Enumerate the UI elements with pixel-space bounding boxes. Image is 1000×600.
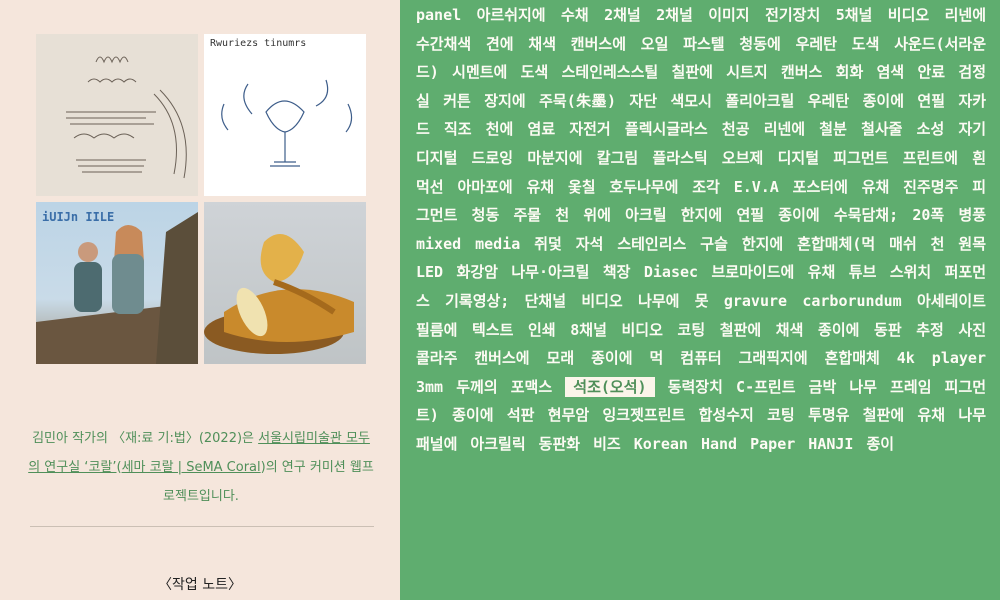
thumbnail-2[interactable]: Rwuriezs tinumrs bbox=[204, 34, 366, 196]
material-tag[interactable]: 플라스틱 오브제 bbox=[652, 149, 763, 167]
golden-object-image bbox=[204, 234, 354, 354]
people-photo-image bbox=[36, 212, 198, 364]
material-tag[interactable]: 나무에 못 bbox=[638, 292, 709, 310]
material-tag[interactable]: 플렉시글라스 천공 bbox=[625, 120, 750, 138]
material-tag[interactable]: 자석 bbox=[576, 235, 604, 253]
material-tag[interactable]: 2채널 2채널 이미지 bbox=[604, 6, 750, 24]
material-tag[interactable]: Korean Hand Paper HANJI bbox=[634, 435, 854, 453]
material-tag[interactable]: 장지에 주묵(朱墨) bbox=[484, 92, 616, 110]
material-tag[interactable]: 마분지에 칼그림 bbox=[527, 149, 638, 167]
material-tag[interactable]: 색모시 bbox=[670, 92, 711, 110]
material-tag[interactable]: 진주명주 bbox=[903, 178, 958, 196]
material-tag[interactable]: 폴리아크릴 우레탄 bbox=[725, 92, 849, 110]
project-description: 김민아 작가의 〈재:료 기:법〉(2022)은 서울시립미술관 모두의 연구실… bbox=[28, 424, 374, 511]
material-tag[interactable]: 화강암 bbox=[457, 263, 498, 281]
material-tag[interactable]: 자단 bbox=[629, 92, 657, 110]
material-tag[interactable]: 아르쉬지에 수채 bbox=[477, 6, 589, 24]
thumbnail-4[interactable] bbox=[204, 202, 366, 364]
material-tag[interactable]: Diasec bbox=[644, 263, 698, 281]
material-tag[interactable]: 철판에 유채 bbox=[863, 406, 945, 424]
material-tag[interactable]: 나무·아크릴 책장 bbox=[511, 263, 630, 281]
material-tag[interactable]: 현무암 bbox=[548, 406, 589, 424]
material-tag[interactable]: 종이에 연필 bbox=[863, 92, 945, 110]
material-tag[interactable]: 자전거 bbox=[569, 120, 610, 138]
material-tag[interactable]: gravure carborundum bbox=[724, 292, 902, 310]
material-tag[interactable]: 캔버스 회화 bbox=[781, 63, 863, 81]
material-tag[interactable]: 청동 주물 bbox=[472, 206, 541, 224]
material-tag[interactable]: 전기장치 bbox=[765, 6, 820, 24]
material-tag[interactable]: LED bbox=[416, 263, 443, 281]
material-tag[interactable]: 잉크젯프린트 bbox=[603, 406, 686, 424]
material-tag[interactable]: 캔버스에 모래 bbox=[474, 349, 574, 367]
material-tag[interactable]: mixed media bbox=[416, 235, 520, 253]
material-tag[interactable]: 동력장치 bbox=[668, 378, 723, 396]
material-tag[interactable]: 소성 자기 bbox=[917, 120, 986, 138]
material-tag[interactable]: 3mm 두께의 포맥스 bbox=[416, 378, 552, 396]
material-tag[interactable]: 철판에 채색 bbox=[720, 321, 804, 339]
material-tag[interactable]: 종이에 수묵담채; 20폭 병풍 bbox=[778, 206, 986, 224]
material-tag[interactable]: 종이에 먹 bbox=[591, 349, 663, 367]
material-tag[interactable]: panel bbox=[416, 6, 461, 24]
material-tag[interactable]: 아마포에 유채 bbox=[457, 178, 554, 196]
material-tag[interactable]: 디지털 드로잉 bbox=[416, 149, 513, 167]
materials-panel: panel 아르쉬지에 수채 2채널 2채널 이미지 전기장치 5채널 비디오 … bbox=[400, 0, 1000, 600]
left-panel: Rwuriezs tinumrs iUIJn IILE 김민아 작가의 〈재:료… bbox=[0, 0, 400, 600]
sema-coral-english-link[interactable]: 세마 코랄 | SeMA Coral bbox=[122, 460, 261, 475]
material-tag[interactable]: C-프린트 bbox=[736, 378, 795, 396]
divider bbox=[30, 526, 374, 527]
description-text: 김민아 작가의 〈재:료 기:법〉(2022)은 bbox=[32, 431, 259, 446]
thumbnail-1[interactable] bbox=[36, 34, 198, 196]
material-tag[interactable]: 옻칠 bbox=[568, 178, 596, 196]
material-tag[interactable]: 호두나무에 조각 bbox=[609, 178, 719, 196]
material-tag[interactable]: 스테인레스스틸 bbox=[562, 63, 659, 81]
material-tag[interactable]: 튜브 bbox=[849, 263, 877, 281]
material-tag[interactable]: 동판화 bbox=[539, 435, 580, 453]
thumbnail-grid: Rwuriezs tinumrs iUIJn IILE bbox=[36, 34, 366, 364]
material-tag[interactable]: 컴퓨터 그래픽지에 혼합매체 bbox=[680, 349, 880, 367]
material-tag[interactable]: 투명유 bbox=[808, 406, 849, 424]
material-tag[interactable]: 한지에 혼합매체(먹 매쉬 천 원목 bbox=[742, 235, 986, 253]
material-tag[interactable]: 종이에 동판 추정 bbox=[818, 321, 944, 339]
material-tag[interactable]: 석조(오석) bbox=[565, 376, 655, 397]
material-tag[interactable]: 쥐덫 bbox=[534, 235, 562, 253]
material-tag[interactable]: 스위치 bbox=[890, 263, 931, 281]
material-tag-list: panel 아르쉬지에 수채 2채널 2채널 이미지 전기장치 5채널 비디오 … bbox=[400, 0, 1000, 459]
thumbnail-caption: iUIJn IILE bbox=[42, 210, 115, 224]
material-tag[interactable]: 4k player bbox=[897, 349, 986, 367]
material-tag[interactable]: 종이 bbox=[867, 435, 895, 453]
material-tag[interactable]: 종이에 석판 bbox=[452, 406, 534, 424]
chalice-drawing-image bbox=[221, 79, 353, 167]
material-tag[interactable]: 브로마이드에 유채 bbox=[712, 263, 836, 281]
material-tag[interactable]: 염색 안료 bbox=[877, 63, 946, 81]
material-tag[interactable]: 비즈 bbox=[593, 435, 621, 453]
material-tag[interactable]: 철사줄 bbox=[861, 120, 902, 138]
material-tag[interactable]: 한지에 연필 bbox=[681, 206, 764, 224]
thumbnail-3[interactable]: iUIJn IILE bbox=[36, 202, 198, 364]
material-tag[interactable]: 리넨에 철분 bbox=[764, 120, 847, 138]
material-tag[interactable]: 시멘트에 도색 bbox=[452, 63, 548, 81]
work-note-link[interactable]: 〈작업 노트〉 bbox=[0, 574, 400, 594]
material-tag[interactable]: 합성수지 코팅 bbox=[699, 406, 795, 424]
material-tag[interactable]: 칠판에 시트지 bbox=[672, 63, 768, 81]
sketch-drawing-image bbox=[66, 56, 187, 179]
material-tag[interactable]: 견에 채색 bbox=[486, 35, 556, 53]
material-tag[interactable]: 캔버스에 오일 파스텔 bbox=[571, 35, 725, 53]
material-tag[interactable]: 청동에 우레탄 도색 bbox=[739, 35, 879, 53]
thumbnail-caption: Rwuriezs tinumrs bbox=[210, 38, 307, 49]
material-tag[interactable]: 5채널 비디오 bbox=[836, 6, 929, 24]
material-tag[interactable]: 8채널 비디오 bbox=[570, 321, 663, 339]
material-tag[interactable]: 천 위에 아크릴 bbox=[555, 206, 666, 224]
material-tag[interactable]: 금박 나무 프레임 bbox=[809, 378, 932, 396]
material-tag[interactable]: 스테인리스 구슬 bbox=[617, 235, 728, 253]
material-tag[interactable]: 코팅 bbox=[678, 321, 706, 339]
material-tag[interactable]: E.V.A 포스터에 유채 bbox=[734, 178, 890, 196]
